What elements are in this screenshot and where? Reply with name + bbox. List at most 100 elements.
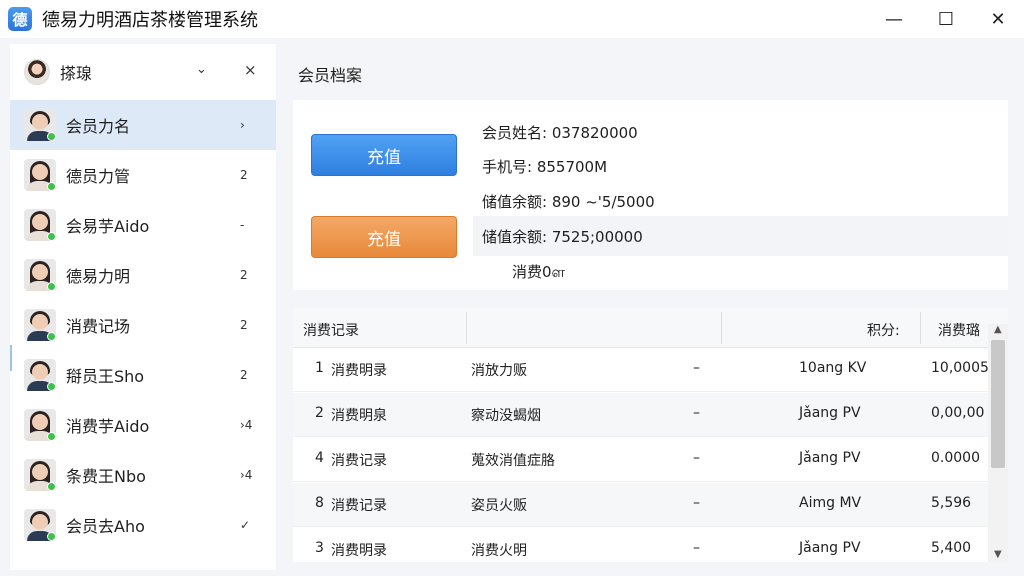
record-type: 消费记录 — [331, 498, 387, 514]
header-divider — [721, 312, 722, 344]
window-controls: — ☐ ✕ — [868, 0, 1024, 38]
window-title: 德易力明酒店茶楼管理系统 — [42, 10, 258, 31]
row-index: 1 — [315, 360, 324, 376]
online-status-icon — [47, 182, 56, 191]
sidebar-item[interactable]: 条费王Nbo ›4 — [10, 450, 276, 500]
sidebar-item[interactable]: 消费芋Aido ›4 — [10, 400, 276, 450]
record-type: 消费明录 — [331, 543, 387, 559]
online-status-icon — [47, 282, 56, 291]
sidebar-item[interactable]: 德易力明 2 — [10, 250, 276, 300]
online-status-icon — [47, 232, 56, 241]
sidebar-item-label: 搿员王Sho — [66, 367, 145, 386]
table-row[interactable]: 4 消费记录 蒐效消值症胳 – Jǎang PV 0.0000 — [293, 438, 988, 482]
header-records: 消费记录 — [303, 323, 359, 339]
table-row[interactable]: 2 消费明泉 察动没蝎烟 – Jǎang PV 0,00,00 — [293, 393, 988, 437]
sidebar-item-label: 消费记场 — [66, 317, 131, 336]
sidebar-item-badge: - — [240, 218, 245, 232]
header-points: 积分: — [867, 323, 900, 339]
record-amount: 0.0000 — [931, 450, 980, 466]
member-avatar — [24, 459, 56, 491]
sidebar-item-badge: 2 — [240, 318, 248, 332]
table-row[interactable]: 8 消费记录 姿员火贩 – Aimg MV 5,596 — [293, 483, 988, 527]
scroll-up-icon[interactable]: ▲ — [994, 324, 1002, 335]
row-dash: – — [693, 540, 700, 556]
user-avatar — [24, 59, 50, 85]
online-status-icon — [47, 532, 56, 541]
sidebar-item-label: 条费王Nbo — [66, 467, 146, 486]
table-row[interactable]: 3 消费明录 消费火明 – Jǎang PV 5,400 — [293, 528, 988, 562]
record-type: 消费记录 — [331, 453, 387, 469]
sidebar-item[interactable]: 德员力管 2 — [10, 150, 276, 200]
member-avatar — [24, 259, 56, 291]
member-avatar — [24, 309, 56, 341]
sidebar-item-badge: › — [240, 118, 245, 132]
record-desc: 消费火明 — [471, 543, 527, 559]
header-divider — [920, 312, 921, 344]
sidebar-item-label: 会易芋Aido — [66, 217, 150, 236]
row-dash: – — [693, 450, 700, 466]
current-user[interactable]: 搽瑔 ⌄ × — [10, 44, 276, 100]
record-time: 10ang KV — [799, 360, 867, 376]
recharge-secondary-button[interactable]: 充值 — [311, 216, 457, 258]
sidebar-item-label: 德员力管 — [66, 167, 131, 186]
member-avatar — [24, 109, 56, 141]
table-scrollbar[interactable]: ▲ ▼ — [988, 324, 1008, 562]
sidebar-item-badge: 2 — [240, 368, 248, 382]
record-desc: 消放力贩 — [471, 363, 527, 379]
sidebar-item-label: 消费芋Aido — [66, 417, 150, 436]
record-amount: 10,0005 — [931, 360, 989, 376]
sidebar-item-badge: 2 — [240, 168, 248, 182]
sidebar-item[interactable]: 搿员王Sho 2 — [10, 350, 276, 400]
online-status-icon — [47, 482, 56, 491]
sidebar-item-label: 会员力名 — [66, 117, 131, 136]
row-dash: – — [693, 360, 700, 376]
row-index: 3 — [315, 540, 324, 556]
online-status-icon — [47, 382, 56, 391]
online-status-icon — [47, 432, 56, 441]
maximize-button[interactable]: ☐ — [920, 0, 972, 38]
app-logo-icon: 德 — [8, 7, 32, 31]
record-time: Jǎang PV — [799, 450, 861, 466]
record-time: Jǎang PV — [799, 405, 861, 421]
member-avatar — [24, 409, 56, 441]
user-name: 搽瑔 — [60, 64, 93, 83]
online-status-icon — [47, 332, 56, 341]
sidebar-item-badge: 2 — [240, 268, 248, 282]
member-balance-secondary: 储值余额: 7525;00000 — [482, 228, 643, 246]
record-amount: 5,400 — [931, 540, 972, 556]
online-status-icon — [47, 132, 56, 141]
row-index: 8 — [315, 495, 324, 511]
close-button[interactable]: ✕ — [972, 0, 1024, 38]
close-icon[interactable]: × — [244, 61, 257, 79]
row-dash: – — [693, 495, 700, 511]
member-balance: 储值余额: 890 ~'5/5000 — [482, 193, 655, 211]
sidebar-item[interactable]: 会员去Aho ✓ — [10, 500, 276, 550]
table-row[interactable]: 1 消费明录 消放力贩 – 10ang KV 10,0005 — [293, 348, 989, 392]
member-list: 会员力名 › 德员力管 2 会易芋Aido - 德易力明 2 消费记场 2 搿员王Sho 2 消费芋Ai… — [10, 100, 276, 550]
record-amount: 0,00,00 — [931, 405, 985, 421]
minimize-button[interactable]: — — [868, 0, 920, 38]
row-index: 2 — [315, 405, 324, 421]
sidebar-item-badge: ›4 — [240, 418, 253, 432]
member-avatar — [24, 509, 56, 541]
selection-marker — [10, 345, 12, 371]
member-profile-card: 充值 充值 会员姓名: 037820000 手机号: 855700M 储值余额:… — [293, 100, 1008, 290]
scroll-thumb[interactable] — [991, 340, 1005, 468]
chevron-down-icon[interactable]: ⌄ — [196, 62, 207, 77]
sidebar-item-badge: ›4 — [240, 468, 253, 482]
sidebar-item-badge: ✓ — [240, 518, 251, 532]
sidebar-item[interactable]: 会易芋Aido - — [10, 200, 276, 250]
record-desc: 蒐效消值症胳 — [471, 453, 555, 469]
header-divider — [466, 312, 467, 344]
sidebar-item[interactable]: 会员力名 › — [10, 100, 276, 150]
sidebar-item-label: 会员去Aho — [66, 517, 145, 536]
recharge-button[interactable]: 充值 — [311, 134, 457, 176]
record-desc: 察动没蝎烟 — [471, 408, 541, 424]
scroll-down-icon[interactable]: ▼ — [994, 549, 1002, 560]
row-dash: – — [693, 405, 700, 421]
member-consumption: 消费0ள — [512, 263, 566, 281]
record-time: Jǎang PV — [799, 540, 861, 556]
sidebar-item[interactable]: 消费记场 2 — [10, 300, 276, 350]
record-type: 消费明泉 — [331, 408, 387, 424]
sidebar: 搽瑔 ⌄ × 会员力名 › 德员力管 2 会易芋Aido - 德易力明 2 消费记场 2 搿员王Sh… — [10, 44, 276, 570]
